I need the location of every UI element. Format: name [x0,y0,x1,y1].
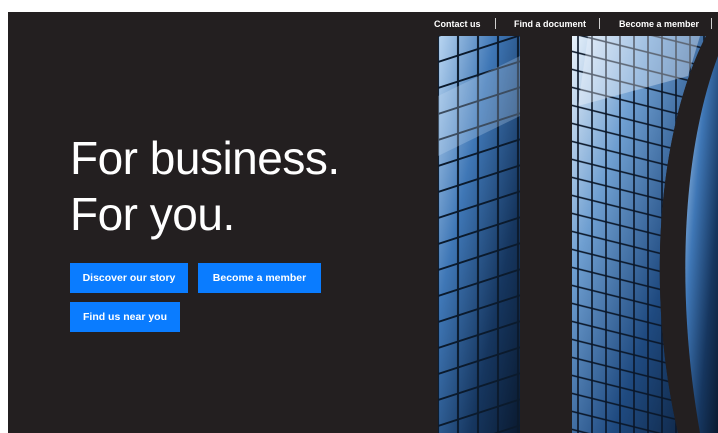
nav-divider [495,18,496,29]
top-navigation: Contact us Find a document Become a memb… [8,12,718,36]
hero-title: For business. For you. [70,130,340,242]
glass-building-illustration [438,36,718,433]
become-member-link[interactable]: Become a member [619,19,699,29]
hero-title-line-2: For you. [70,188,235,240]
nav-divider [711,18,712,29]
hero-section: Contact us Find a document Become a memb… [8,12,718,433]
discover-our-story-button[interactable]: Discover our story [70,263,188,293]
hero-title-line-1: For business. [70,132,340,184]
contact-us-link[interactable]: Contact us [434,19,481,29]
building-image [438,36,718,433]
become-a-member-button[interactable]: Become a member [198,263,321,293]
find-document-link[interactable]: Find a document [514,19,586,29]
find-us-near-you-button[interactable]: Find us near you [70,302,180,332]
nav-divider [599,18,600,29]
